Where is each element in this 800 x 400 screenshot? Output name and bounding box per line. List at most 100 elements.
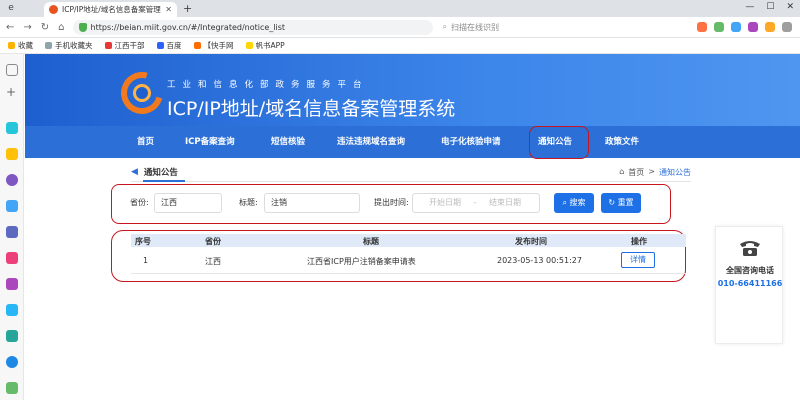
nav-policy[interactable]: 政策文件 — [605, 126, 639, 158]
app-icon[interactable] — [6, 330, 18, 342]
filter-form: 省份: 江西 标题: 注销 提出时间: 开始日期 - 结束日期 ⌕ 搜索 ↻ 重… — [111, 184, 671, 224]
bookmark-item[interactable]: 【快手网 — [193, 40, 234, 51]
bookmark-item[interactable]: 收藏 — [8, 40, 33, 51]
app-icon[interactable] — [6, 278, 18, 290]
home-sidebar-icon[interactable] — [6, 64, 18, 76]
nav-buttons: ← → ↻ ⌂ — [6, 22, 65, 33]
extension-icon[interactable] — [714, 22, 724, 32]
detail-button[interactable]: 详情 — [621, 252, 655, 268]
maximize-icon[interactable]: ☐ — [766, 2, 774, 12]
bookmark-item[interactable]: 手机收藏夹 — [45, 40, 93, 51]
browser-search[interactable]: ⌕ 扫描在线识别 — [443, 20, 593, 35]
date-range-dash: - — [473, 198, 477, 207]
col-action: 操作 — [631, 237, 647, 246]
bookmark-item[interactable]: 帆书APP — [245, 40, 285, 51]
search-button[interactable]: ⌕ 搜索 — [554, 193, 594, 213]
hotline-number: 010-66411166 — [717, 279, 783, 288]
menu-icon[interactable] — [782, 22, 792, 32]
breadcrumb-current: 通知公告 — [659, 168, 691, 177]
phone-bookmark-icon — [45, 42, 52, 49]
time-label: 提出时间: — [374, 198, 409, 207]
province-input[interactable]: 江西 — [154, 193, 222, 213]
star-icon[interactable] — [6, 148, 18, 160]
app-icon[interactable] — [6, 356, 18, 368]
fanshu-icon — [245, 42, 253, 49]
extension-icon[interactable] — [697, 22, 707, 32]
extension-icon[interactable] — [765, 22, 775, 32]
section-title: ◀ 通知公告 — [131, 166, 185, 182]
close-tab-icon[interactable]: ✕ — [165, 5, 172, 14]
date-range-picker[interactable]: 开始日期 - 结束日期 — [412, 193, 540, 213]
main-nav: 首页 ICP备案查询 短信核验 违法违规域名查询 电子化核验申请 通知公告 政策… — [25, 126, 800, 158]
nav-illegal-domain-query[interactable]: 违法违规域名查询 — [337, 126, 405, 158]
url-text: https://beian.miit.gov.cn/#/Integrated/n… — [90, 22, 286, 32]
cell-title[interactable]: 江西省ICP用户注销备案申请表 — [307, 256, 416, 267]
nav-sms-verify[interactable]: 短信核验 — [271, 126, 305, 158]
ai-icon[interactable] — [6, 200, 18, 212]
window-controls: — ☐ ✕ — [745, 2, 794, 12]
browser-tab-title: ICP/IP地址/域名信息备案管理 — [62, 5, 161, 14]
start-date-placeholder: 开始日期 — [429, 198, 461, 207]
app-icon[interactable] — [6, 304, 18, 316]
address-bar-row: ← → ↻ ⌂ https://beian.miit.gov.cn/#/Inte… — [0, 17, 800, 38]
col-index: 序号 — [135, 237, 151, 246]
back-icon[interactable]: ← — [6, 22, 14, 33]
refresh-icon[interactable]: ↻ — [41, 22, 49, 33]
search-icon: ⌕ — [442, 22, 448, 31]
section-underline — [143, 180, 185, 182]
bookmarks-bar: 收藏 手机收藏夹 江西干部 百度 【快手网 帆书APP — [0, 38, 800, 54]
kuaishou-icon — [193, 42, 201, 49]
title-label: 标题: — [239, 198, 258, 207]
new-tab-icon[interactable]: + — [183, 2, 192, 15]
cell-time: 2023-05-13 00:51:27 — [497, 256, 582, 265]
baidu-icon — [156, 42, 164, 49]
app-icon[interactable] — [6, 174, 18, 186]
forward-icon[interactable]: → — [23, 22, 31, 33]
site-banner: 工业和信息化部政务服务平台 ICP/IP地址/域名信息备案管理系统 — [25, 54, 800, 126]
province-label: 省份: — [130, 198, 149, 207]
col-title: 标题 — [363, 237, 379, 246]
app-icon[interactable] — [6, 252, 18, 264]
hotline-label: 全国咨询电话 — [726, 266, 774, 275]
hotline-widget: 全国咨询电话 010-66411166 — [715, 226, 783, 344]
miit-logo-inner-icon — [133, 84, 151, 102]
notice-nav-highlight — [529, 126, 589, 159]
secure-shield-icon — [78, 22, 87, 32]
app-icon[interactable] — [6, 122, 18, 134]
title-input[interactable]: 注销 — [264, 193, 360, 213]
col-province: 省份 — [205, 237, 221, 246]
nav-e-verify-apply[interactable]: 电子化核验申请 — [441, 126, 501, 158]
home-icon[interactable]: ⌂ — [58, 22, 64, 33]
minimize-icon[interactable]: — — [745, 2, 754, 12]
extension-icon[interactable] — [731, 22, 741, 32]
page-content: 工业和信息化部政务服务平台 ICP/IP地址/域名信息备案管理系统 首页 ICP… — [25, 54, 800, 400]
bookmark-item[interactable]: 百度 — [156, 40, 182, 51]
home-crumb-icon: ⌂ — [619, 167, 625, 176]
speaker-icon: ◀ — [131, 167, 138, 177]
nav-home[interactable]: 首页 — [137, 126, 154, 158]
browser-logo-icon: e — [8, 3, 14, 13]
bookmark-item[interactable]: 江西干部 — [104, 40, 145, 51]
extension-icon[interactable] — [748, 22, 758, 32]
app-icon[interactable] — [6, 226, 18, 238]
system-title: ICP/IP地址/域名信息备案管理系统 — [167, 98, 456, 120]
nav-icp-query[interactable]: ICP备案查询 — [185, 126, 235, 158]
site-favicon-icon — [49, 5, 58, 14]
col-time: 发布时间 — [515, 237, 547, 246]
cell-index: 1 — [143, 256, 149, 265]
breadcrumb: ⌂ 首页 > 通知公告 — [619, 167, 691, 178]
browser-tab[interactable]: ICP/IP地址/域名信息备案管理 ✕ — [44, 2, 177, 17]
app-icon[interactable] — [6, 382, 18, 394]
browser-search-text: 扫描在线识别 — [451, 22, 500, 32]
reset-button[interactable]: ↻ 重置 — [601, 193, 641, 213]
add-icon[interactable]: + — [6, 86, 18, 98]
star-icon — [8, 42, 15, 49]
breadcrumb-home[interactable]: 首页 — [628, 167, 644, 178]
section-header: ◀ 通知公告 ⌂ 首页 > 通知公告 — [131, 164, 691, 182]
cell-province: 江西 — [205, 257, 221, 266]
close-window-icon[interactable]: ✕ — [786, 2, 794, 12]
breadcrumb-sep: > — [648, 167, 655, 176]
extensions-bar — [697, 22, 792, 32]
url-field[interactable]: https://beian.miit.gov.cn/#/Integrated/n… — [72, 19, 433, 35]
ministry-name: 工业和信息化部政务服务平台 — [167, 80, 369, 90]
